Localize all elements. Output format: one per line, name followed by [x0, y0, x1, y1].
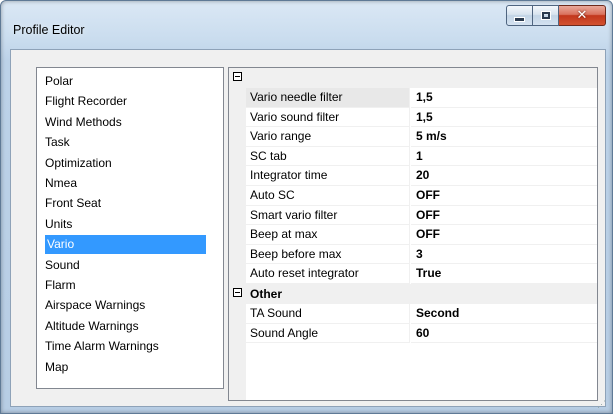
maximize-button[interactable] [533, 5, 559, 26]
property-grid[interactable]: Vario needle filter 1,5 Vario sound filter… [228, 67, 598, 401]
property-row[interactable]: Vario range 5 m/s [246, 127, 597, 147]
property-name: Beep before max [246, 244, 410, 265]
property-row[interactable]: Integrator time 20 [246, 166, 597, 186]
property-name: Beep at max [246, 225, 410, 245]
property-name: Auto SC [246, 186, 410, 206]
property-value[interactable]: 1 [411, 147, 597, 167]
category-item-flarm[interactable]: Flarm [45, 276, 76, 295]
category-item-units[interactable]: Units [45, 215, 72, 234]
title-bar[interactable]: Profile Editor ✕ [1, 1, 612, 43]
category-item-vario[interactable]: Vario [45, 235, 206, 255]
category-item-map[interactable]: Map [45, 358, 68, 377]
property-value[interactable]: 3 [411, 245, 597, 265]
property-value[interactable]: OFF [411, 206, 597, 226]
property-name: Sound Angle [246, 323, 410, 344]
property-row[interactable]: Beep before max 3 [246, 244, 597, 265]
property-value[interactable]: Second [411, 304, 597, 324]
property-row[interactable]: Sound Angle 60 [246, 323, 597, 344]
category-item-altitude-warnings[interactable]: Altitude Warnings [45, 317, 139, 336]
category-label: Other [250, 287, 283, 301]
property-name: SC tab [246, 146, 410, 167]
property-value[interactable]: 60 [411, 324, 597, 344]
category-item-front-seat[interactable]: Front Seat [45, 194, 101, 213]
category-item-polar[interactable]: Polar [45, 72, 73, 91]
category-item-sound[interactable]: Sound [45, 256, 80, 275]
resize-grip-icon[interactable]: ⋰ [597, 398, 609, 410]
close-button[interactable]: ✕ [559, 5, 606, 26]
property-name: Auto reset integrator [246, 264, 410, 284]
category-item-wind-methods[interactable]: Wind Methods [45, 113, 122, 132]
category-item-airspace-warnings[interactable]: Airspace Warnings [45, 296, 145, 315]
collapse-icon[interactable] [233, 288, 242, 297]
maximize-icon [540, 11, 551, 20]
category-header-1[interactable] [229, 68, 597, 88]
property-value[interactable]: 1,5 [411, 88, 597, 108]
property-row[interactable]: Smart vario filter OFF [246, 205, 597, 226]
property-row[interactable]: SC tab 1 [246, 146, 597, 167]
property-value[interactable]: True [411, 264, 597, 284]
property-name: Vario range [246, 127, 410, 147]
property-value[interactable]: 1,5 [411, 108, 597, 128]
property-row[interactable]: TA Sound Second [246, 304, 597, 324]
property-value[interactable]: 20 [411, 166, 597, 186]
category-item-optimization[interactable]: Optimization [45, 154, 112, 173]
property-row[interactable]: Vario needle filter 1,5 [246, 88, 597, 108]
window-title: Profile Editor [13, 23, 85, 37]
property-name: Smart vario filter [246, 205, 410, 226]
category-item-time-alarm-warnings[interactable]: Time Alarm Warnings [45, 337, 159, 356]
property-row[interactable]: Beep at max OFF [246, 225, 597, 245]
category-list[interactable]: Polar Flight Recorder Wind Methods Task Opti… [36, 67, 224, 389]
property-value[interactable]: OFF [411, 186, 597, 206]
category-item-task[interactable]: Task [45, 133, 70, 152]
category-item-flight-recorder[interactable]: Flight Recorder [45, 92, 127, 111]
caption-buttons: ✕ [506, 5, 606, 27]
property-row[interactable]: Auto reset integrator True [246, 264, 597, 284]
minimize-button[interactable] [506, 5, 533, 26]
property-row[interactable]: Auto SC OFF [246, 186, 597, 206]
client-area: Polar Flight Recorder Wind Methods Task Opti… [10, 49, 606, 407]
property-name: Vario sound filter [246, 107, 410, 128]
property-name: Integrator time [246, 166, 410, 186]
property-value[interactable]: OFF [411, 225, 597, 245]
property-name: Vario needle filter [246, 88, 410, 108]
category-header-other[interactable]: Other [229, 284, 597, 304]
profile-editor-window: Profile Editor ✕ Polar Flight Recorder Win… [0, 0, 613, 414]
property-row[interactable]: Vario sound filter 1,5 [246, 107, 597, 128]
minimize-icon [514, 16, 525, 22]
grid-gutter [229, 68, 246, 400]
property-value[interactable]: 5 m/s [411, 127, 597, 147]
category-item-nmea[interactable]: Nmea [45, 174, 77, 193]
property-name: TA Sound [246, 304, 410, 324]
close-icon: ✕ [576, 8, 588, 23]
collapse-icon[interactable] [233, 72, 242, 81]
